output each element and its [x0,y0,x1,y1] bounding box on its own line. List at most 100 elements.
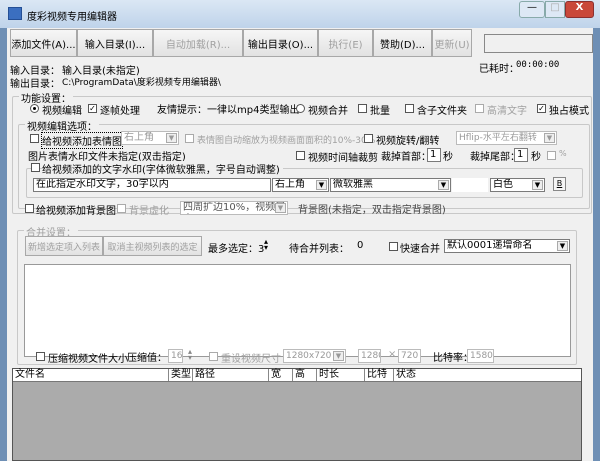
batch-checkbox[interactable] [358,104,367,113]
col-duration[interactable]: 时长 [316,369,339,381]
pending-label: 待合并列表： [289,244,349,255]
file-table[interactable]: 文件名 类型 路径 宽 高 时长 比特 状态 [12,368,582,461]
batch-label: 批量 [370,106,390,117]
update-button[interactable]: 更新(U) [432,29,472,57]
rotate-checkbox[interactable] [364,134,373,143]
col-width[interactable]: 宽 [268,369,281,381]
output-dir-value: C:\ProgramData\度彩视频专用编辑器\ [62,78,221,88]
video-edit-options-title: 视频编辑选项： [25,118,99,133]
minimize-button[interactable]: — [519,1,545,18]
chevron-down-icon: ▼ [532,180,543,190]
size-select[interactable]: 1280x720 ▼ [283,349,346,363]
rotate-select[interactable]: Hflip-水平左右翻转 ▼ [456,131,557,145]
fast-merge-label: 快速合并 [400,244,440,255]
watermark-position-select[interactable]: 右上角 ▼ [272,178,329,192]
add-emoji-checkbox[interactable] [30,134,39,143]
resize-label: 重设视频尺寸 [221,354,281,365]
hd-text-label: 高清文字 [487,106,527,117]
cancel-selected-button[interactable]: 取消主视频列表的选定 [103,236,202,256]
watermark-font-value: 微软雅黑 [333,179,373,190]
subfolder-label: 含子文件夹 [417,106,467,117]
input-dir-button[interactable]: 输入目录(I)... [77,29,153,57]
watermark-position-value: 右上角 [275,179,305,190]
rotate-label: 视频旋转/翻转 [376,136,440,147]
chevron-down-icon: ▼ [316,180,327,190]
bg-option-select[interactable]: 四周扩边10%，视频居中▼ [180,201,288,215]
elapsed-label: 已耗时： [479,64,519,75]
window-title: 度彩视频专用编辑器 [27,12,117,23]
add-bg-checkbox[interactable] [25,204,34,213]
col-path[interactable]: 路径 [192,369,215,381]
video-merge-radio[interactable] [296,104,305,113]
trim-checkbox[interactable] [296,151,305,160]
trim-head-input[interactable]: 1 [427,148,441,162]
add-emoji-label: 给视频添加表情图 [41,132,123,149]
table-header: 文件名 类型 路径 宽 高 时长 比特 状态 [13,369,581,382]
watermark-font-select[interactable]: 微软雅黑 ▼ [330,178,451,192]
times-label: × [388,349,397,360]
tip-text: 友情提示：一律以mp4类型输出 [157,105,300,116]
maximize-button[interactable]: □ [545,1,565,18]
frame-proc-checkbox[interactable]: ✓ [88,104,97,113]
exclusive-checkbox[interactable]: ✓ [537,104,546,113]
bg-blur-checkbox[interactable] [117,204,126,213]
compress-value-label: 压缩值： [127,353,167,364]
chevron-down-icon: ▼ [438,180,449,190]
chevron-down-icon: ▼ [557,241,568,251]
trim-label: 视频时间轴裁剪 [308,153,378,164]
output-dir-button[interactable]: 输出目录(O)... [243,29,318,57]
fast-merge-checkbox[interactable] [389,242,398,251]
percent-checkbox[interactable] [547,151,556,160]
trim-tail-label: 裁掉尾部： [470,152,520,163]
compress-value-input[interactable]: 16 [168,349,183,363]
emoji-position-select[interactable]: 右上角 ▼ [121,131,179,145]
sponsor-button[interactable]: 赞助(D)... [373,29,432,57]
video-merge-label: 视频合并 [308,106,348,117]
text-watermark-checkbox[interactable] [31,163,40,172]
size-value: 1280x720 [286,351,332,361]
hd-text-checkbox[interactable] [475,104,484,113]
naming-value: 默认0001递增命名 [447,240,533,251]
max-select-spinner[interactable]: ▴ ▾ [260,238,272,253]
emoji-position-value: 右上角 [124,132,154,143]
bold-button[interactable]: B [553,177,566,191]
naming-select[interactable]: 默认0001递增命名 ▼ [444,239,570,253]
trim-head-label: 裁掉首部： [381,152,431,163]
close-button[interactable]: X [565,1,594,18]
compress-checkbox[interactable] [36,352,45,361]
emoji-scale-checkbox[interactable] [185,134,194,143]
subfolder-checkbox[interactable] [405,104,414,113]
add-file-button[interactable]: 添加文件(A)... [10,29,77,57]
elapsed-value: 00:00:00 [516,60,560,70]
title-bar: 度彩视频专用编辑器 — □ X [0,0,600,28]
watermark-color-value: 白色 [493,179,513,190]
height-input[interactable]: 720 [398,349,421,363]
percent-label: % [559,149,567,158]
col-filename[interactable]: 文件名 [13,369,45,381]
chevron-down-icon: ▼ [275,203,286,213]
exclusive-label: 独占模式 [549,106,589,117]
col-type[interactable]: 类型 [168,369,191,381]
emoji-scale-label: 表情图自动缩放为视频画面面积的10%-30% [197,136,376,146]
watermark-color-select[interactable]: 白色 ▼ [490,178,545,192]
watermark-text-input[interactable]: 在此指定水印文字，30字以内 [33,178,271,192]
progress-bar [484,34,593,53]
frame-proc-label: 逐帧处理 [100,106,140,117]
video-edit-radio[interactable] [30,104,39,113]
add-selected-button[interactable]: 新增选定项入列表 [25,236,103,256]
color-preview [452,178,488,192]
output-dir-label: 输出目录： [10,79,60,90]
merge-list[interactable] [24,264,571,357]
col-bitrate[interactable]: 比特 [364,369,387,381]
width-input[interactable]: 1280 [358,349,381,363]
resize-checkbox[interactable] [209,352,218,361]
col-height[interactable]: 高 [292,369,305,381]
auto-load-button[interactable]: 自动加载(R)... [153,29,243,57]
rotate-value: Hflip-水平左右翻转 [459,133,537,143]
col-status[interactable]: 状态 [393,369,416,381]
bitrate-input[interactable]: 1580 [467,349,494,363]
bg-file-label[interactable]: 背景图(未指定，双击指定背景图) [298,201,446,216]
compress-spinner[interactable]: ▴ ▾ [184,348,196,363]
trim-tail-input[interactable]: 1 [514,148,528,162]
execute-button[interactable]: 执行(E) [318,29,373,57]
